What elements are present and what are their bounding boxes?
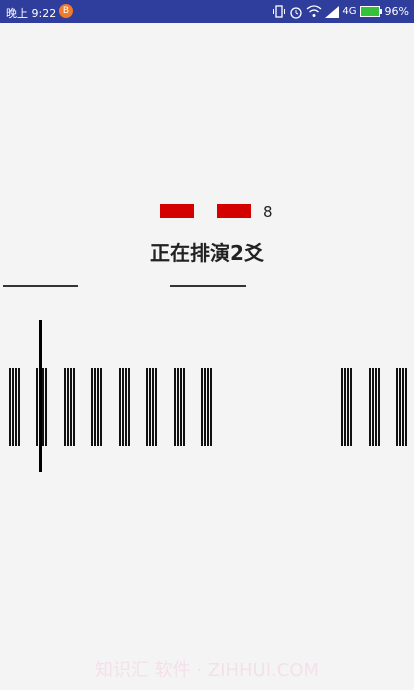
stick-bundle[interactable] [396,368,408,446]
status-time: 晚上 9:22 [6,7,57,20]
signal-icon [325,5,340,18]
yarrow-stick [399,368,401,446]
battery-percent: 96% [384,5,409,18]
yarrow-stick [402,368,404,446]
split-cursor[interactable] [39,320,42,472]
yarrow-stick [341,368,343,446]
yarrow-stick [119,368,121,446]
yarrow-stick [378,368,380,446]
yarrow-stick [18,368,20,446]
app-notification-icon: B [59,4,73,18]
yarrow-stick [42,368,44,446]
battery-icon [359,6,382,17]
yarrow-stick [177,368,179,446]
stick-bundle[interactable] [119,368,131,446]
yarrow-stick [369,368,371,446]
yarrow-stick [100,368,102,446]
yarrow-stick [128,368,130,446]
stick-bundle[interactable] [174,368,186,446]
yao-indicator: 8 [160,203,280,221]
yarrow-stick [12,368,14,446]
yarrow-stick [344,368,346,446]
yarrow-stick [146,368,148,446]
status-icons: 4G 96% [272,4,409,19]
stick-bundle[interactable] [36,368,48,446]
stick-bundle[interactable] [64,368,76,446]
yarrow-stick [70,368,72,446]
pile-divider-right [170,285,246,287]
yarrow-stick [73,368,75,446]
stick-bundle[interactable] [146,368,158,446]
yarrow-stick [152,368,154,446]
yao-count: 8 [263,203,273,221]
yarrow-stick [15,368,17,446]
yarrow-stick [183,368,185,446]
yarrow-stick [347,368,349,446]
yarrow-stick [210,368,212,446]
yin-line-right-segment [217,204,251,218]
yarrow-stick [207,368,209,446]
yarrow-stick [375,368,377,446]
yin-line-left-segment [160,204,194,218]
yarrow-stick [45,368,47,446]
yarrow-stick [36,368,38,446]
stick-bundle[interactable] [341,368,353,446]
vibrate-icon [273,5,286,18]
yarrow-stick [204,368,206,446]
wifi-icon [306,5,322,17]
yarrow-stick [64,368,66,446]
yarrow-sticks-area[interactable] [0,368,414,446]
yarrow-stick [9,368,11,446]
yarrow-stick [174,368,176,446]
yarrow-stick [94,368,96,446]
page-title: 正在排演2爻 [150,241,264,265]
yarrow-stick [396,368,398,446]
yarrow-stick [180,368,182,446]
network-type: 4G [342,6,357,17]
yarrow-stick [67,368,69,446]
yarrow-stick [125,368,127,446]
yarrow-stick [201,368,203,446]
status-bar: 晚上 9:22 B 4G 96% [0,0,414,23]
yarrow-stick [149,368,151,446]
stick-bundle[interactable] [9,368,21,446]
stick-bundle[interactable] [369,368,381,446]
yarrow-stick [122,368,124,446]
yarrow-stick [91,368,93,446]
yarrow-stick [97,368,99,446]
yarrow-stick [155,368,157,446]
watermark: 知识汇 软件 · ZIHHUI.COM [94,660,320,681]
yarrow-stick [372,368,374,446]
yarrow-stick [405,368,407,446]
yarrow-stick [350,368,352,446]
alarm-icon [290,6,303,19]
stick-bundle[interactable] [201,368,213,446]
pile-divider-left [3,285,78,287]
stick-bundle[interactable] [91,368,103,446]
